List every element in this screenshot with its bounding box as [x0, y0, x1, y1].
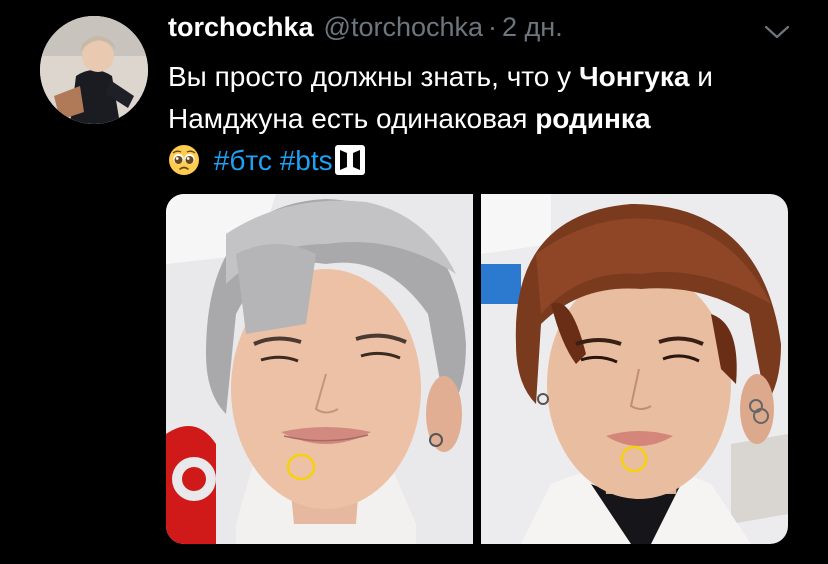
hashtag-link[interactable]: #бтс — [214, 145, 272, 176]
timestamp[interactable]: 2 дн. — [502, 12, 563, 43]
display-name[interactable]: torchochka — [168, 12, 314, 43]
photo-right[interactable] — [481, 194, 788, 544]
tweet-text-part: Вы просто должны знать, что у — [168, 61, 579, 92]
photo-left[interactable] — [166, 194, 473, 544]
separator-dot: · — [488, 12, 498, 42]
media-grid[interactable] — [166, 194, 788, 544]
tweet-text: Вы просто должны знать, что у Чонгука и … — [168, 56, 808, 182]
bts-logo-icon — [334, 145, 365, 175]
pleading-face-emoji — [169, 145, 199, 175]
chevron-down-icon[interactable] — [762, 22, 792, 42]
tweet[interactable]: torchochka @torchochka · 2 дн. Вы просто… — [0, 0, 828, 564]
hashtag-link[interactable]: #bts — [280, 145, 333, 176]
user-handle[interactable]: @torchochka — [324, 12, 483, 43]
avatar[interactable] — [40, 16, 148, 124]
tweet-header: torchochka @torchochka · 2 дн. — [168, 12, 563, 52]
tweet-text-bold: родинка — [535, 103, 651, 134]
tweet-text-bold: Чонгука — [578, 61, 690, 92]
